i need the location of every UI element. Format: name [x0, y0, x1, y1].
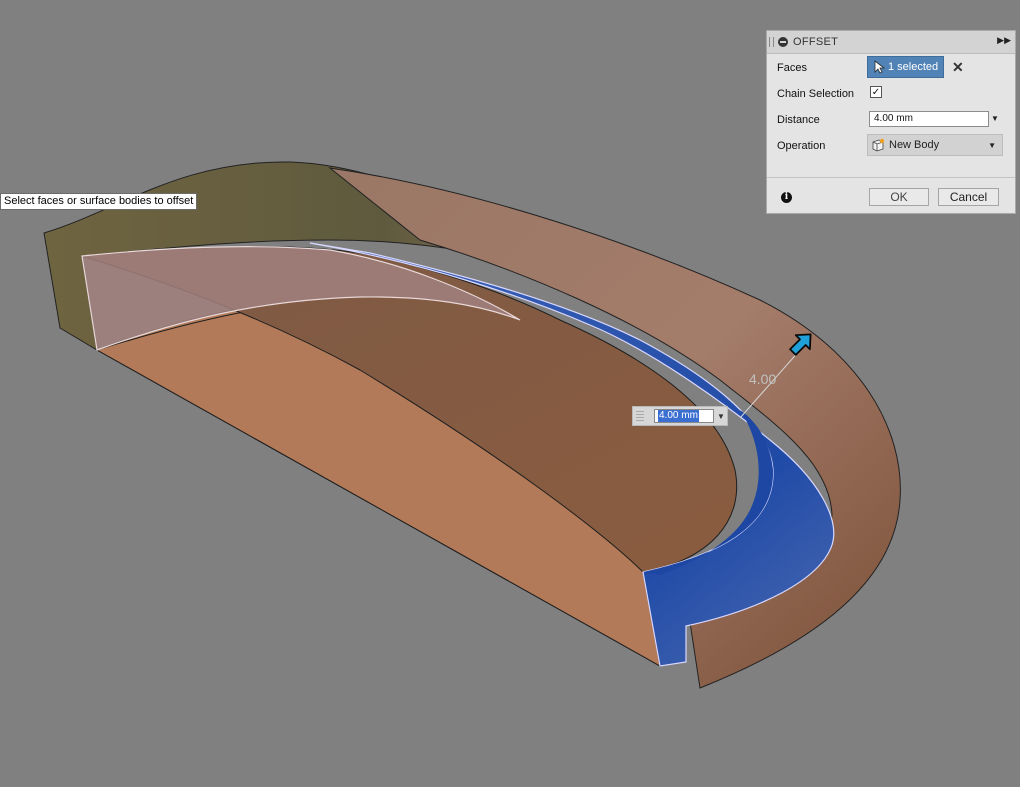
ok-button[interactable]: OK — [869, 188, 929, 206]
inline-distance-field[interactable]: 4.00 mm — [654, 409, 714, 423]
distance-dropdown-icon[interactable]: ▼ — [991, 114, 999, 123]
drag-grip-icon[interactable] — [636, 411, 644, 421]
distance-label: Distance — [777, 114, 820, 126]
faces-selection-button[interactable]: 1 selected — [867, 56, 944, 78]
distance-input[interactable]: 4.00 mm — [869, 111, 989, 127]
selection-tooltip: Select faces or surface bodies to offset — [0, 193, 198, 210]
offset-dialog: OFFSET ▶▶ Faces 1 selected ✕ Chain Selec… — [766, 30, 1016, 214]
info-icon[interactable]: i — [781, 192, 792, 203]
cancel-button[interactable]: Cancel — [938, 188, 999, 206]
faces-label: Faces — [777, 62, 807, 74]
dialog-title: OFFSET — [793, 36, 839, 48]
cursor-arrow-icon — [874, 60, 886, 74]
chain-selection-checkbox[interactable]: ✓ — [870, 86, 882, 98]
faces-selection-count: 1 selected — [888, 61, 939, 73]
chain-selection-label: Chain Selection — [777, 88, 855, 100]
dialog-header[interactable]: OFFSET ▶▶ — [767, 31, 1015, 54]
operation-value: New Body — [889, 139, 940, 151]
new-body-icon — [872, 138, 885, 152]
collapse-icon[interactable] — [778, 37, 788, 47]
divider — [767, 177, 1015, 178]
operation-label: Operation — [777, 140, 826, 152]
expand-icon[interactable]: ▶▶ — [997, 35, 1011, 46]
dimension-label: 4.00 — [749, 371, 776, 387]
drag-handle-icon[interactable] — [769, 37, 774, 47]
chevron-down-icon[interactable]: ▼ — [717, 412, 725, 421]
operation-select[interactable]: New Body ▼ — [867, 134, 1003, 156]
inline-distance-value: 4.00 mm — [658, 410, 699, 422]
chevron-down-icon: ▼ — [988, 141, 996, 150]
clear-selection-icon[interactable]: ✕ — [952, 59, 964, 76]
inline-distance-input[interactable]: 4.00 mm ▼ — [632, 406, 728, 426]
